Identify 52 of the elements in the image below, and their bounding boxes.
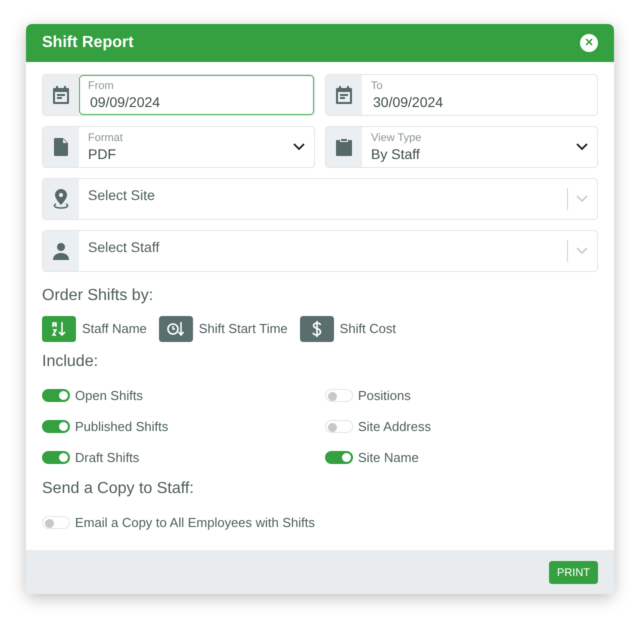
person-icon — [53, 242, 69, 260]
dollar-icon — [312, 321, 322, 337]
placeholder-text: Select Staff — [88, 238, 160, 256]
dropdown[interactable]: View Type By Staff — [325, 126, 598, 168]
field-label: View Type — [371, 132, 422, 144]
calendar-icon — [336, 86, 352, 104]
sort-button[interactable] — [158, 316, 193, 342]
toggle-label: Site Name — [358, 448, 419, 467]
toggle-label: Draft Shifts — [75, 448, 140, 467]
toggle-label: Email a Copy to All Employees with Shifts — [75, 514, 315, 532]
select-field[interactable]: Select Staff — [42, 230, 598, 272]
clock-sort-icon — [166, 321, 185, 337]
sort-label: Shift Start Time — [198, 320, 288, 338]
sort-label: Staff Name — [82, 320, 147, 338]
toggle-label: Open Shifts — [75, 386, 143, 405]
date-field[interactable]: To 30/09/2024 — [325, 74, 598, 116]
toggle-switch[interactable] — [42, 420, 70, 433]
section-heading: Include: — [42, 352, 100, 372]
toggle-switch[interactable] — [42, 451, 70, 464]
field-label: To — [371, 80, 384, 92]
field-value: 30/09/2024 — [372, 92, 444, 110]
toggle-label: Site Address — [358, 418, 431, 436]
field-label: From — [88, 80, 115, 92]
toggle-switch[interactable] — [325, 389, 353, 402]
field-value: 09/09/2024 — [89, 92, 162, 110]
placeholder-text: Select Site — [88, 186, 156, 204]
chevron-down-icon — [293, 143, 305, 151]
sort-button[interactable] — [42, 316, 76, 342]
field-value: PDF — [88, 144, 117, 162]
field-value: By Staff — [371, 144, 421, 162]
sort-label: Shift Cost — [340, 320, 396, 338]
toggle-switch[interactable] — [42, 389, 70, 402]
chevron-down-icon — [576, 143, 588, 151]
field-label: Format — [88, 132, 124, 144]
toggle-switch[interactable] — [325, 420, 353, 433]
file-icon — [54, 138, 68, 156]
sort-button[interactable] — [300, 316, 334, 342]
sort-alpha-icon — [51, 321, 67, 337]
location-pin-icon — [53, 189, 69, 209]
toggle-label: Published Shifts — [75, 418, 168, 436]
section-heading: Order Shifts by: — [42, 286, 154, 306]
section-heading: Send a Copy to Staff: — [42, 479, 195, 499]
select-field[interactable]: Select Site — [42, 178, 598, 220]
toggle-switch[interactable] — [325, 451, 353, 464]
toggle-switch[interactable] — [42, 516, 70, 529]
date-field[interactable]: From 09/09/2024 — [42, 74, 315, 116]
toggle-label: Positions — [358, 386, 411, 405]
dialog-title: Shift Report — [42, 33, 134, 53]
chevron-down-icon — [576, 247, 588, 255]
chevron-down-icon — [576, 195, 588, 203]
calendar-icon — [53, 86, 69, 104]
dropdown[interactable]: Format PDF — [42, 126, 315, 168]
